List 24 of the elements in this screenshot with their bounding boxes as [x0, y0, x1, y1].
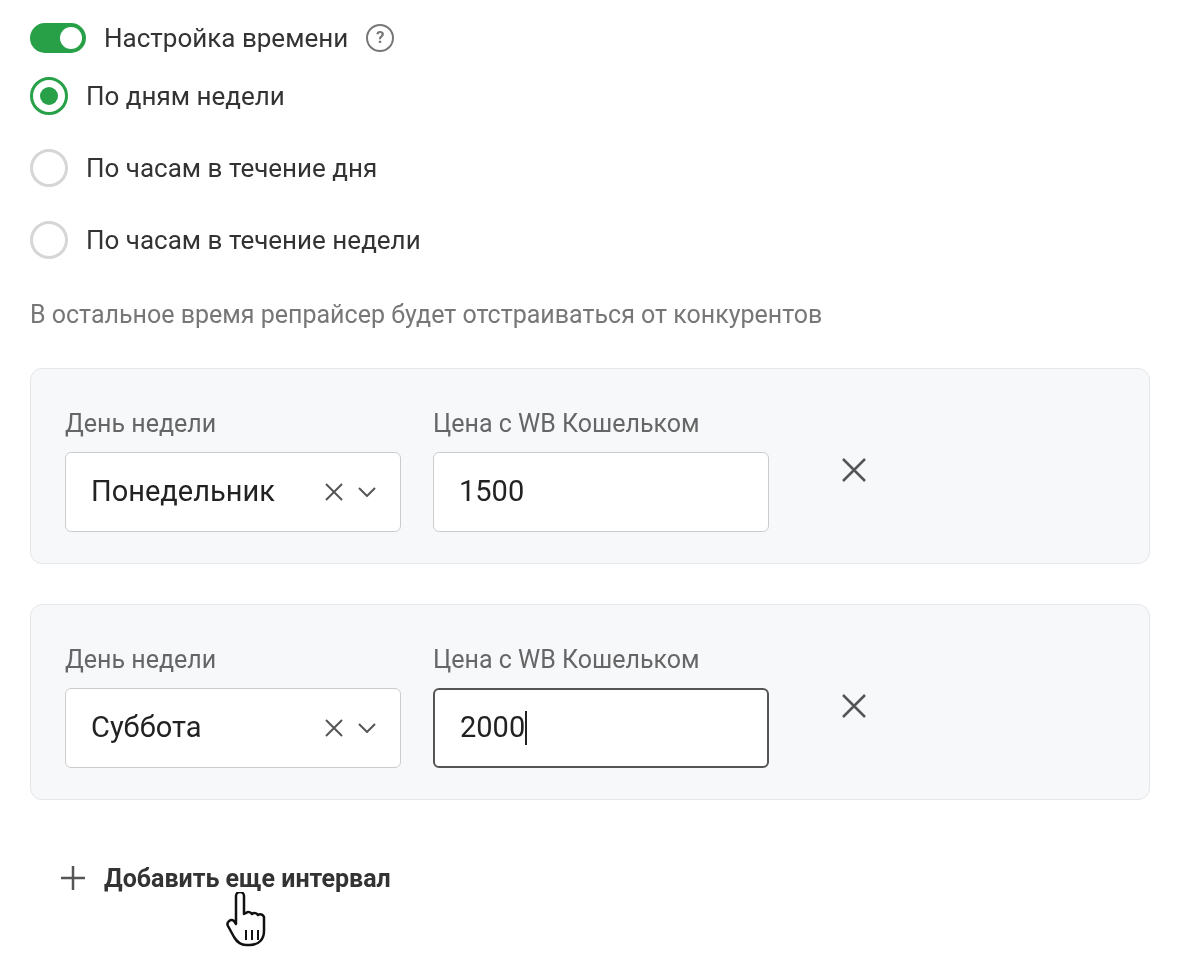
day-select[interactable]: Понедельник: [65, 452, 401, 532]
plus-icon: [60, 865, 86, 892]
radio-label: По дням недели: [86, 79, 285, 113]
price-input[interactable]: 2000: [433, 688, 769, 768]
clear-icon[interactable]: [324, 482, 344, 502]
price-input[interactable]: 1500: [433, 452, 769, 532]
field-label: День недели: [65, 643, 218, 676]
radio-label: По часам в течение недели: [86, 223, 421, 257]
radio-button[interactable]: [30, 77, 68, 115]
help-icon[interactable]: ?: [366, 24, 395, 52]
field-label: Цена с WB Кошельком: [433, 643, 701, 676]
note-text: В остальное время репрайсер будет отстраиваться от конкурентов: [30, 299, 824, 331]
radio-label: По часам в течение дня: [86, 151, 378, 185]
day-select[interactable]: Суббота: [65, 688, 401, 768]
toggle-label: Настройка времени: [104, 21, 349, 55]
close-icon[interactable]: [841, 456, 867, 483]
field-label: День недели: [65, 407, 218, 440]
toggle-switch[interactable]: [30, 23, 86, 53]
field-label: Цена с WB Кошельком: [433, 407, 701, 440]
clear-icon[interactable]: [324, 718, 344, 738]
close-icon[interactable]: [841, 692, 867, 719]
chevron-down-icon[interactable]: [358, 487, 376, 497]
add-interval-button[interactable]: Добавить еще интервал: [60, 859, 391, 897]
chevron-down-icon[interactable]: [358, 723, 376, 733]
